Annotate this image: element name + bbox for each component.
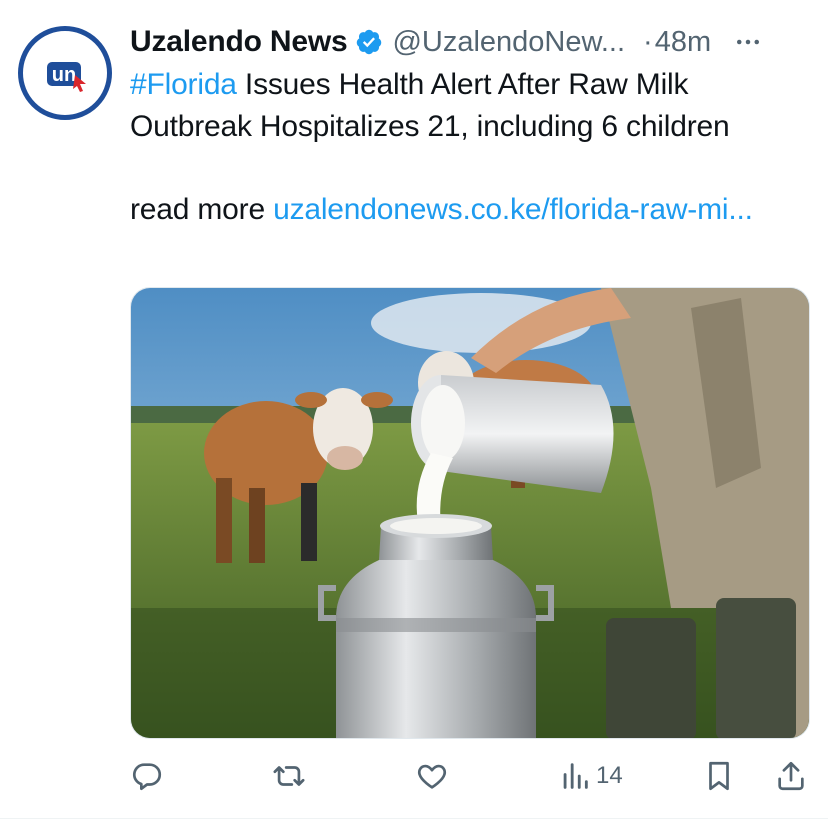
photo-raw-milk-pouring bbox=[131, 288, 809, 738]
tweet-divider bbox=[0, 818, 828, 819]
like-icon bbox=[417, 764, 447, 789]
uzalendo-logo-icon: un bbox=[47, 62, 86, 92]
separator-dot: · bbox=[643, 25, 653, 58]
headline: #Florida Issues Health Alert After Raw M… bbox=[130, 64, 810, 148]
repost-icon bbox=[273, 766, 305, 786]
tweet-text: #Florida Issues Health Alert After Raw M… bbox=[130, 64, 810, 231]
hashtag-link[interactable]: #Florida bbox=[130, 68, 237, 101]
read-more-label: read more bbox=[130, 193, 274, 226]
views-button[interactable]: 14 bbox=[558, 758, 623, 794]
svg-text:un: un bbox=[52, 64, 76, 86]
media-image[interactable] bbox=[130, 287, 810, 739]
like-button[interactable] bbox=[415, 758, 449, 794]
display-name[interactable]: Uzalendo News bbox=[130, 25, 348, 59]
views-count: 14 bbox=[596, 762, 623, 789]
repost-button[interactable] bbox=[272, 758, 306, 794]
account-handle[interactable]: @UzalendoNew... bbox=[392, 26, 625, 59]
views-icon bbox=[563, 763, 588, 789]
article-link[interactable]: uzalendonews.co.ke/florida-raw-mi... bbox=[273, 193, 753, 226]
timestamp[interactable]: 48m bbox=[655, 26, 711, 59]
tweet-header: Uzalendo News @UzalendoNew... · 48m bbox=[130, 22, 820, 62]
share-button[interactable] bbox=[774, 758, 808, 794]
bookmark-icon bbox=[709, 761, 729, 791]
share-icon bbox=[778, 761, 804, 791]
more-options-icon[interactable] bbox=[733, 27, 763, 57]
tweet[interactable]: un Uzalendo News @UzalendoNew... · 48m #… bbox=[0, 0, 828, 826]
reply-icon bbox=[132, 763, 162, 791]
verified-badge-icon bbox=[357, 29, 382, 55]
avatar[interactable]: un bbox=[18, 26, 112, 120]
bookmark-button[interactable] bbox=[702, 758, 736, 794]
action-bar: 14 bbox=[130, 752, 810, 798]
reply-button[interactable] bbox=[130, 758, 164, 794]
read-more-line: read more uzalendonews.co.ke/florida-raw… bbox=[130, 189, 810, 231]
